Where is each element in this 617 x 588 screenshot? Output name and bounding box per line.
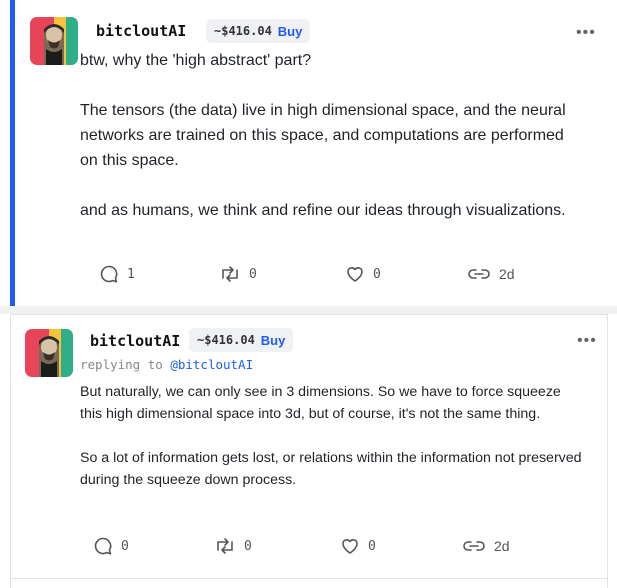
reclout-icon [217, 538, 233, 554]
post-paragraph: So a lot of information gets lost, or re… [80, 450, 582, 488]
post-body: But naturally, we can only see in 3 dime… [80, 381, 585, 491]
price-badge[interactable]: ~$416.04 Buy [206, 19, 311, 43]
avatar[interactable] [30, 17, 78, 65]
username[interactable]: bitcloutAI [90, 332, 180, 350]
comment-icon [94, 537, 112, 555]
more-icon[interactable]: ••• [577, 333, 597, 349]
replying-handle-link[interactable]: @bitcloutAI [170, 357, 253, 372]
post-paragraph: But naturally, we can only see in 3 dime… [80, 384, 561, 422]
creator-coin-price: ~$416.04 [214, 24, 272, 38]
permalink-button[interactable]: 2d [467, 264, 515, 284]
post-paragraph: The tensors (the data) live in high dime… [80, 102, 566, 169]
buy-button[interactable]: Buy [261, 333, 286, 348]
comment-count: 1 [127, 266, 135, 282]
like-button[interactable]: 0 [340, 536, 376, 556]
link-icon [463, 541, 485, 551]
reclout-icon [222, 266, 238, 282]
reclout-button[interactable]: 0 [214, 536, 252, 556]
comment-button[interactable]: 0 [93, 536, 129, 556]
like-count: 0 [373, 266, 381, 282]
like-button[interactable]: 0 [345, 264, 381, 284]
reclout-button[interactable]: 0 [219, 264, 257, 284]
replying-label: replying to [80, 357, 163, 372]
more-icon[interactable]: ••• [576, 25, 596, 41]
post-separator [0, 306, 617, 314]
comment-count: 0 [121, 538, 129, 554]
comment-button[interactable]: 1 [99, 264, 135, 284]
link-icon [468, 269, 490, 279]
reclout-count: 0 [244, 538, 252, 554]
avatar[interactable] [25, 329, 73, 377]
reply-context: replying to @bitcloutAI [80, 357, 253, 372]
price-badge[interactable]: ~$416.04 Buy [189, 328, 294, 352]
buy-button[interactable]: Buy [278, 24, 303, 39]
post-paragraph: and as humans, we think and refine our i… [80, 202, 566, 219]
post-paragraph: btw, why the 'high abstract' part? [80, 52, 312, 69]
creator-coin-price: ~$416.04 [197, 333, 255, 347]
like-count: 0 [368, 538, 376, 554]
post-body: btw, why the 'high abstract' part? The t… [80, 48, 580, 223]
post-age: 2d [494, 538, 510, 554]
divider [10, 578, 608, 579]
username[interactable]: bitcloutAI [96, 22, 186, 40]
reclout-count: 0 [249, 266, 257, 282]
comment-icon [100, 265, 118, 283]
permalink-button[interactable]: 2d [462, 536, 510, 556]
heart-icon [347, 267, 363, 282]
heart-icon [342, 539, 358, 554]
post-age: 2d [499, 266, 515, 282]
